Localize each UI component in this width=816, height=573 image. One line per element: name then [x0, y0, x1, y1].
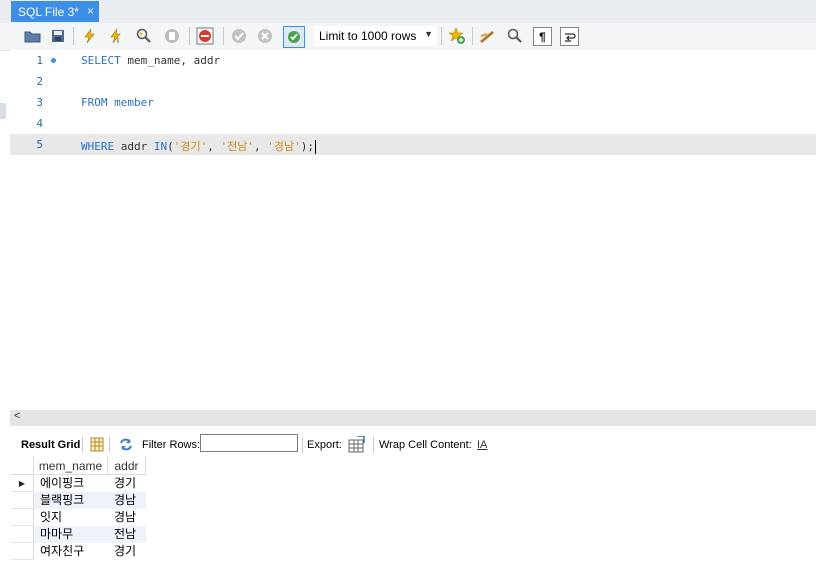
tab-sql-file[interactable]: SQL File 3* × [11, 1, 99, 22]
invisibles-icon[interactable]: ¶ [533, 27, 552, 46]
wrap-lines-icon[interactable] [560, 27, 579, 46]
tab-title: SQL File 3* [18, 4, 79, 19]
sql-string: '전남' [220, 140, 255, 153]
line-number: 1 [36, 54, 43, 67]
filter-rows-label: Filter Rows: [142, 439, 201, 451]
scroll-left-icon[interactable]: < [14, 410, 20, 422]
table-cell[interactable]: 전남 [108, 526, 146, 543]
stop-icon[interactable] [163, 27, 181, 45]
limit-rows-select[interactable]: Limit to 1000 rows ▼ [314, 26, 437, 46]
editor-line-active: 5 WHERE addr IN('경기', '전남', '경남'); [10, 134, 816, 155]
beautify-icon[interactable] [479, 27, 497, 45]
editor-line: 4 [10, 113, 816, 134]
sql-keyword: IN [153, 140, 168, 153]
rollback-icon[interactable] [256, 27, 274, 45]
toolbar-divider [441, 27, 442, 45]
toolbar-divider [302, 437, 303, 453]
row-header[interactable] [11, 509, 34, 526]
close-icon[interactable]: × [87, 4, 94, 18]
editor-toolbar: I Limit to 1000 rows ▼ ¶ [0, 23, 816, 51]
sql-keyword: WHERE [81, 140, 115, 153]
editor-line: 3 FROM member [10, 92, 816, 113]
export-icon[interactable] [348, 435, 366, 456]
code-text: SELECT mem_name, addr [81, 54, 220, 67]
execute-current-icon[interactable]: I [107, 27, 125, 45]
row-header[interactable] [11, 526, 34, 543]
save-icon[interactable] [49, 27, 67, 45]
table-cell[interactable]: 에이핑크 [34, 475, 108, 492]
limit-rows-label: Limit to 1000 rows [319, 29, 417, 43]
add-snippet-icon[interactable] [448, 27, 466, 45]
row-pointer-icon[interactable]: ▶ [11, 475, 34, 492]
sql-editor[interactable]: 1 SELECT mem_name, addr 2 3 FROM member … [10, 50, 816, 410]
row-header-corner [11, 456, 34, 475]
text-cursor [315, 140, 316, 154]
sql-text: addr [114, 140, 154, 153]
export-label: Export: [307, 439, 342, 451]
toolbar-divider [189, 27, 190, 45]
explain-icon[interactable] [135, 27, 153, 45]
toolbar-divider [223, 27, 224, 45]
table-cell[interactable]: 경남 [108, 509, 146, 526]
autocommit-icon[interactable] [283, 26, 305, 48]
sql-text: ); [300, 140, 314, 153]
row-header[interactable] [11, 492, 34, 509]
editor-line: 1 SELECT mem_name, addr [10, 50, 816, 71]
execute-icon[interactable] [81, 27, 99, 45]
wrap-cell-label: Wrap Cell Content: [379, 439, 472, 451]
table-cell[interactable]: 경남 [108, 492, 146, 509]
grid-view-icon[interactable] [90, 437, 104, 455]
toolbar-divider [109, 437, 110, 453]
table-cell[interactable]: 경기 [108, 543, 146, 560]
sql-string: '경남' [267, 140, 301, 153]
results-toolbar: Result Grid Filter Rows: Export: Wrap Ce… [10, 433, 816, 457]
sql-text: ( [167, 140, 174, 153]
result-grid-button[interactable]: Result Grid [21, 439, 80, 451]
table-cell[interactable]: 블랙핑크 [34, 492, 108, 509]
code-text: FROM member [81, 96, 154, 109]
svg-text:I: I [117, 38, 119, 44]
table-cell[interactable]: 경기 [108, 475, 146, 492]
table-cell[interactable]: 여자친구 [34, 543, 108, 560]
toolbar-divider [73, 27, 74, 45]
refresh-icon[interactable] [118, 437, 134, 455]
sql-keyword: SELECT [81, 54, 121, 67]
toolbar-divider [82, 437, 83, 453]
column-header[interactable]: mem_name [34, 456, 108, 475]
commit-icon[interactable] [230, 27, 248, 45]
line-number: 4 [36, 117, 43, 130]
toolbar-divider [472, 27, 473, 45]
code-text: WHERE addr IN('경기', '전남', '경남'); [81, 138, 316, 154]
line-number: 5 [36, 138, 43, 151]
filter-rows-input[interactable] [200, 434, 298, 452]
wrap-cell-icon[interactable]: IA [477, 439, 487, 451]
line-number: 3 [36, 96, 43, 109]
sql-text: , [254, 140, 268, 153]
toggle-error-stop-icon[interactable] [196, 27, 214, 45]
column-header[interactable]: addr [108, 456, 146, 475]
sql-text: member [107, 96, 154, 109]
open-folder-icon[interactable] [23, 27, 41, 45]
find-icon[interactable] [506, 27, 524, 45]
tab-bar: SQL File 3* × [0, 0, 816, 23]
sql-keyword: FROM [81, 96, 108, 109]
table-cell[interactable]: 잇지 [34, 509, 108, 526]
toolbar-divider [373, 437, 374, 453]
editor-line: 2 [10, 71, 816, 92]
chevron-down-icon: ▼ [424, 29, 433, 39]
horizontal-scrollbar[interactable]: < [10, 410, 816, 426]
line-number: 2 [36, 75, 43, 88]
sql-string: '경기' [173, 140, 208, 153]
sql-text: , [207, 140, 221, 153]
row-header[interactable] [11, 543, 34, 560]
table-cell[interactable]: 마마무 [34, 526, 108, 543]
statement-marker-icon [51, 58, 56, 63]
editor-side-marker [0, 103, 6, 119]
sql-text: mem_name, addr [120, 54, 221, 67]
